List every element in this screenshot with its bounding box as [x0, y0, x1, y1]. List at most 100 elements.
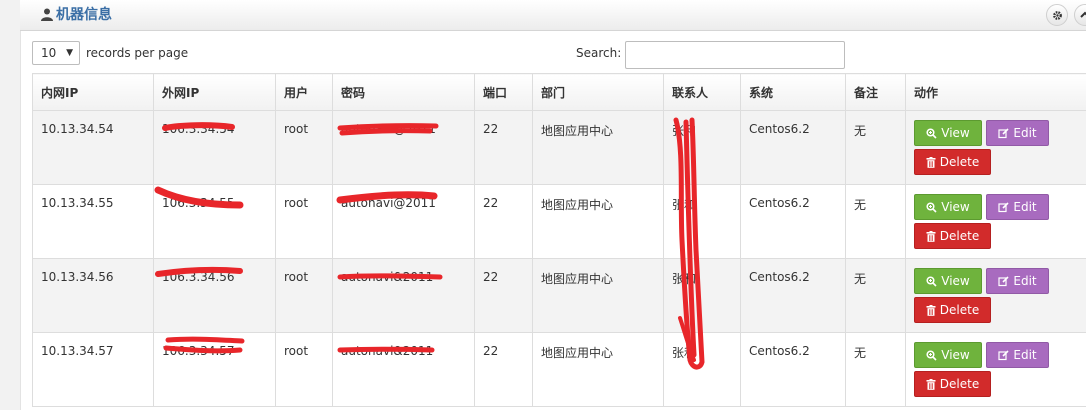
cell-external-ip: 106.3.34.55	[153, 184, 276, 259]
cell-note: 无	[845, 258, 906, 333]
column-header-user[interactable]: 用户	[275, 73, 333, 111]
delete-button[interactable]: Delete	[914, 297, 991, 323]
cell-department: 地图应用中心	[532, 332, 664, 407]
cell-port: 22	[474, 184, 533, 259]
view-button[interactable]: View	[914, 268, 982, 294]
delete-button[interactable]: Delete	[914, 223, 991, 249]
machine-table: 内网IP 外网IP 用户 密码 端口 部门 联系人 系统 备注 动作 10.13…	[32, 73, 1086, 407]
column-header-department[interactable]: 部门	[532, 73, 664, 111]
view-button[interactable]: View	[914, 342, 982, 368]
zoom-in-icon	[926, 127, 937, 139]
cell-port: 22	[474, 332, 533, 407]
cell-user: root	[275, 258, 333, 333]
cell-password: autonavi&2011	[332, 332, 475, 407]
cell-password: autonavi&2011	[332, 258, 475, 333]
delete-button-label: Delete	[939, 229, 980, 243]
cell-internal-ip: 10.13.34.56	[32, 258, 154, 333]
cell-contact: 张和	[663, 332, 741, 407]
view-button[interactable]: View	[914, 120, 982, 146]
dropdown-caret-icon: ▼	[66, 48, 73, 58]
cell-contact: 张和	[663, 258, 741, 333]
view-button-label: View	[941, 274, 970, 288]
cell-contact: 张和	[663, 184, 741, 259]
cell-external-ip: 106.3.34.54	[153, 110, 276, 185]
trash-icon	[926, 156, 936, 168]
delete-button-label: Delete	[939, 377, 980, 391]
cell-password: autonavi@2011	[332, 184, 475, 259]
column-header-note[interactable]: 备注	[845, 73, 906, 111]
column-header-internal-ip[interactable]: 内网IP	[32, 73, 154, 111]
view-button[interactable]: View	[914, 194, 982, 220]
delete-button[interactable]: Delete	[914, 371, 991, 397]
cell-password: autonavi@2011	[332, 110, 475, 185]
edit-icon	[998, 201, 1009, 212]
column-header-actions: 动作	[905, 73, 1086, 111]
cell-system: Centos6.2	[740, 332, 846, 407]
records-per-page-value: 10	[41, 46, 57, 60]
delete-button-label: Delete	[939, 155, 980, 169]
trash-icon	[926, 304, 936, 316]
table-row: 10.13.34.56 106.3.34.56 root autonavi&2011 2…	[32, 258, 1086, 333]
table-header-row: 内网IP 外网IP 用户 密码 端口 部门 联系人 系统 备注 动作	[32, 73, 1086, 111]
edit-icon	[998, 349, 1009, 360]
cell-user: root	[275, 110, 333, 185]
edit-button[interactable]: Edit	[986, 120, 1049, 146]
panel-title-text: 机器信息	[56, 7, 112, 23]
table-row: 10.13.34.54 106.3.34.54 root autonavi@2011 2…	[32, 110, 1086, 185]
edit-button-label: Edit	[1013, 126, 1037, 140]
chevron-up-icon[interactable]	[1074, 4, 1086, 26]
edit-button[interactable]: Edit	[986, 268, 1049, 294]
cell-internal-ip: 10.13.34.55	[32, 184, 154, 259]
table-row: 10.13.34.57 106.3.34.57 root autonavi&2011 2…	[32, 332, 1086, 407]
zoom-in-icon	[926, 349, 937, 361]
zoom-in-icon	[926, 275, 937, 287]
view-button-label: View	[941, 126, 970, 140]
cell-user: root	[275, 332, 333, 407]
cell-internal-ip: 10.13.34.57	[32, 332, 154, 407]
cell-external-ip: 106.3.34.57	[153, 332, 276, 407]
edit-button-label: Edit	[1013, 274, 1037, 288]
panel-header: 机器信息	[20, 0, 1086, 31]
cell-user: root	[275, 184, 333, 259]
table-controls: 10 ▼ records per page Search:	[32, 40, 1086, 70]
trash-icon	[926, 230, 936, 242]
cell-port: 22	[474, 110, 533, 185]
cell-note: 无	[845, 332, 906, 407]
delete-button-label: Delete	[939, 303, 980, 317]
cell-note: 无	[845, 110, 906, 185]
edit-button[interactable]: Edit	[986, 194, 1049, 220]
cell-actions: View Edit Delete	[905, 332, 1086, 407]
column-header-contact[interactable]: 联系人	[663, 73, 741, 111]
search-label: Search:	[576, 46, 622, 60]
cell-port: 22	[474, 258, 533, 333]
panel-title: 机器信息	[41, 4, 112, 24]
cell-system: Centos6.2	[740, 184, 846, 259]
user-icon	[41, 8, 53, 21]
cell-internal-ip: 10.13.34.54	[32, 110, 154, 185]
cell-department: 地图应用中心	[532, 110, 664, 185]
search-input[interactable]	[625, 41, 845, 69]
table-row: 10.13.34.55 106.3.34.55 root autonavi@2011 2…	[32, 184, 1086, 259]
cell-actions: View Edit Delete	[905, 258, 1086, 333]
cell-actions: View Edit Delete	[905, 110, 1086, 185]
column-header-external-ip[interactable]: 外网IP	[153, 73, 276, 111]
cell-system: Centos6.2	[740, 258, 846, 333]
gear-icon[interactable]	[1046, 4, 1068, 26]
records-per-page-label: records per page	[86, 46, 189, 60]
edit-button[interactable]: Edit	[986, 342, 1049, 368]
edit-button-label: Edit	[1013, 200, 1037, 214]
edit-button-label: Edit	[1013, 348, 1037, 362]
records-per-page-select[interactable]: 10 ▼	[32, 41, 80, 65]
cell-department: 地图应用中心	[532, 184, 664, 259]
cell-actions: View Edit Delete	[905, 184, 1086, 259]
column-header-password[interactable]: 密码	[332, 73, 475, 111]
column-header-system[interactable]: 系统	[740, 73, 846, 111]
column-header-port[interactable]: 端口	[474, 73, 533, 111]
delete-button[interactable]: Delete	[914, 149, 991, 175]
edit-icon	[998, 127, 1009, 138]
view-button-label: View	[941, 200, 970, 214]
left-sidebar-strip	[0, 0, 21, 410]
cell-note: 无	[845, 184, 906, 259]
cell-contact: 张和	[663, 110, 741, 185]
view-button-label: View	[941, 348, 970, 362]
